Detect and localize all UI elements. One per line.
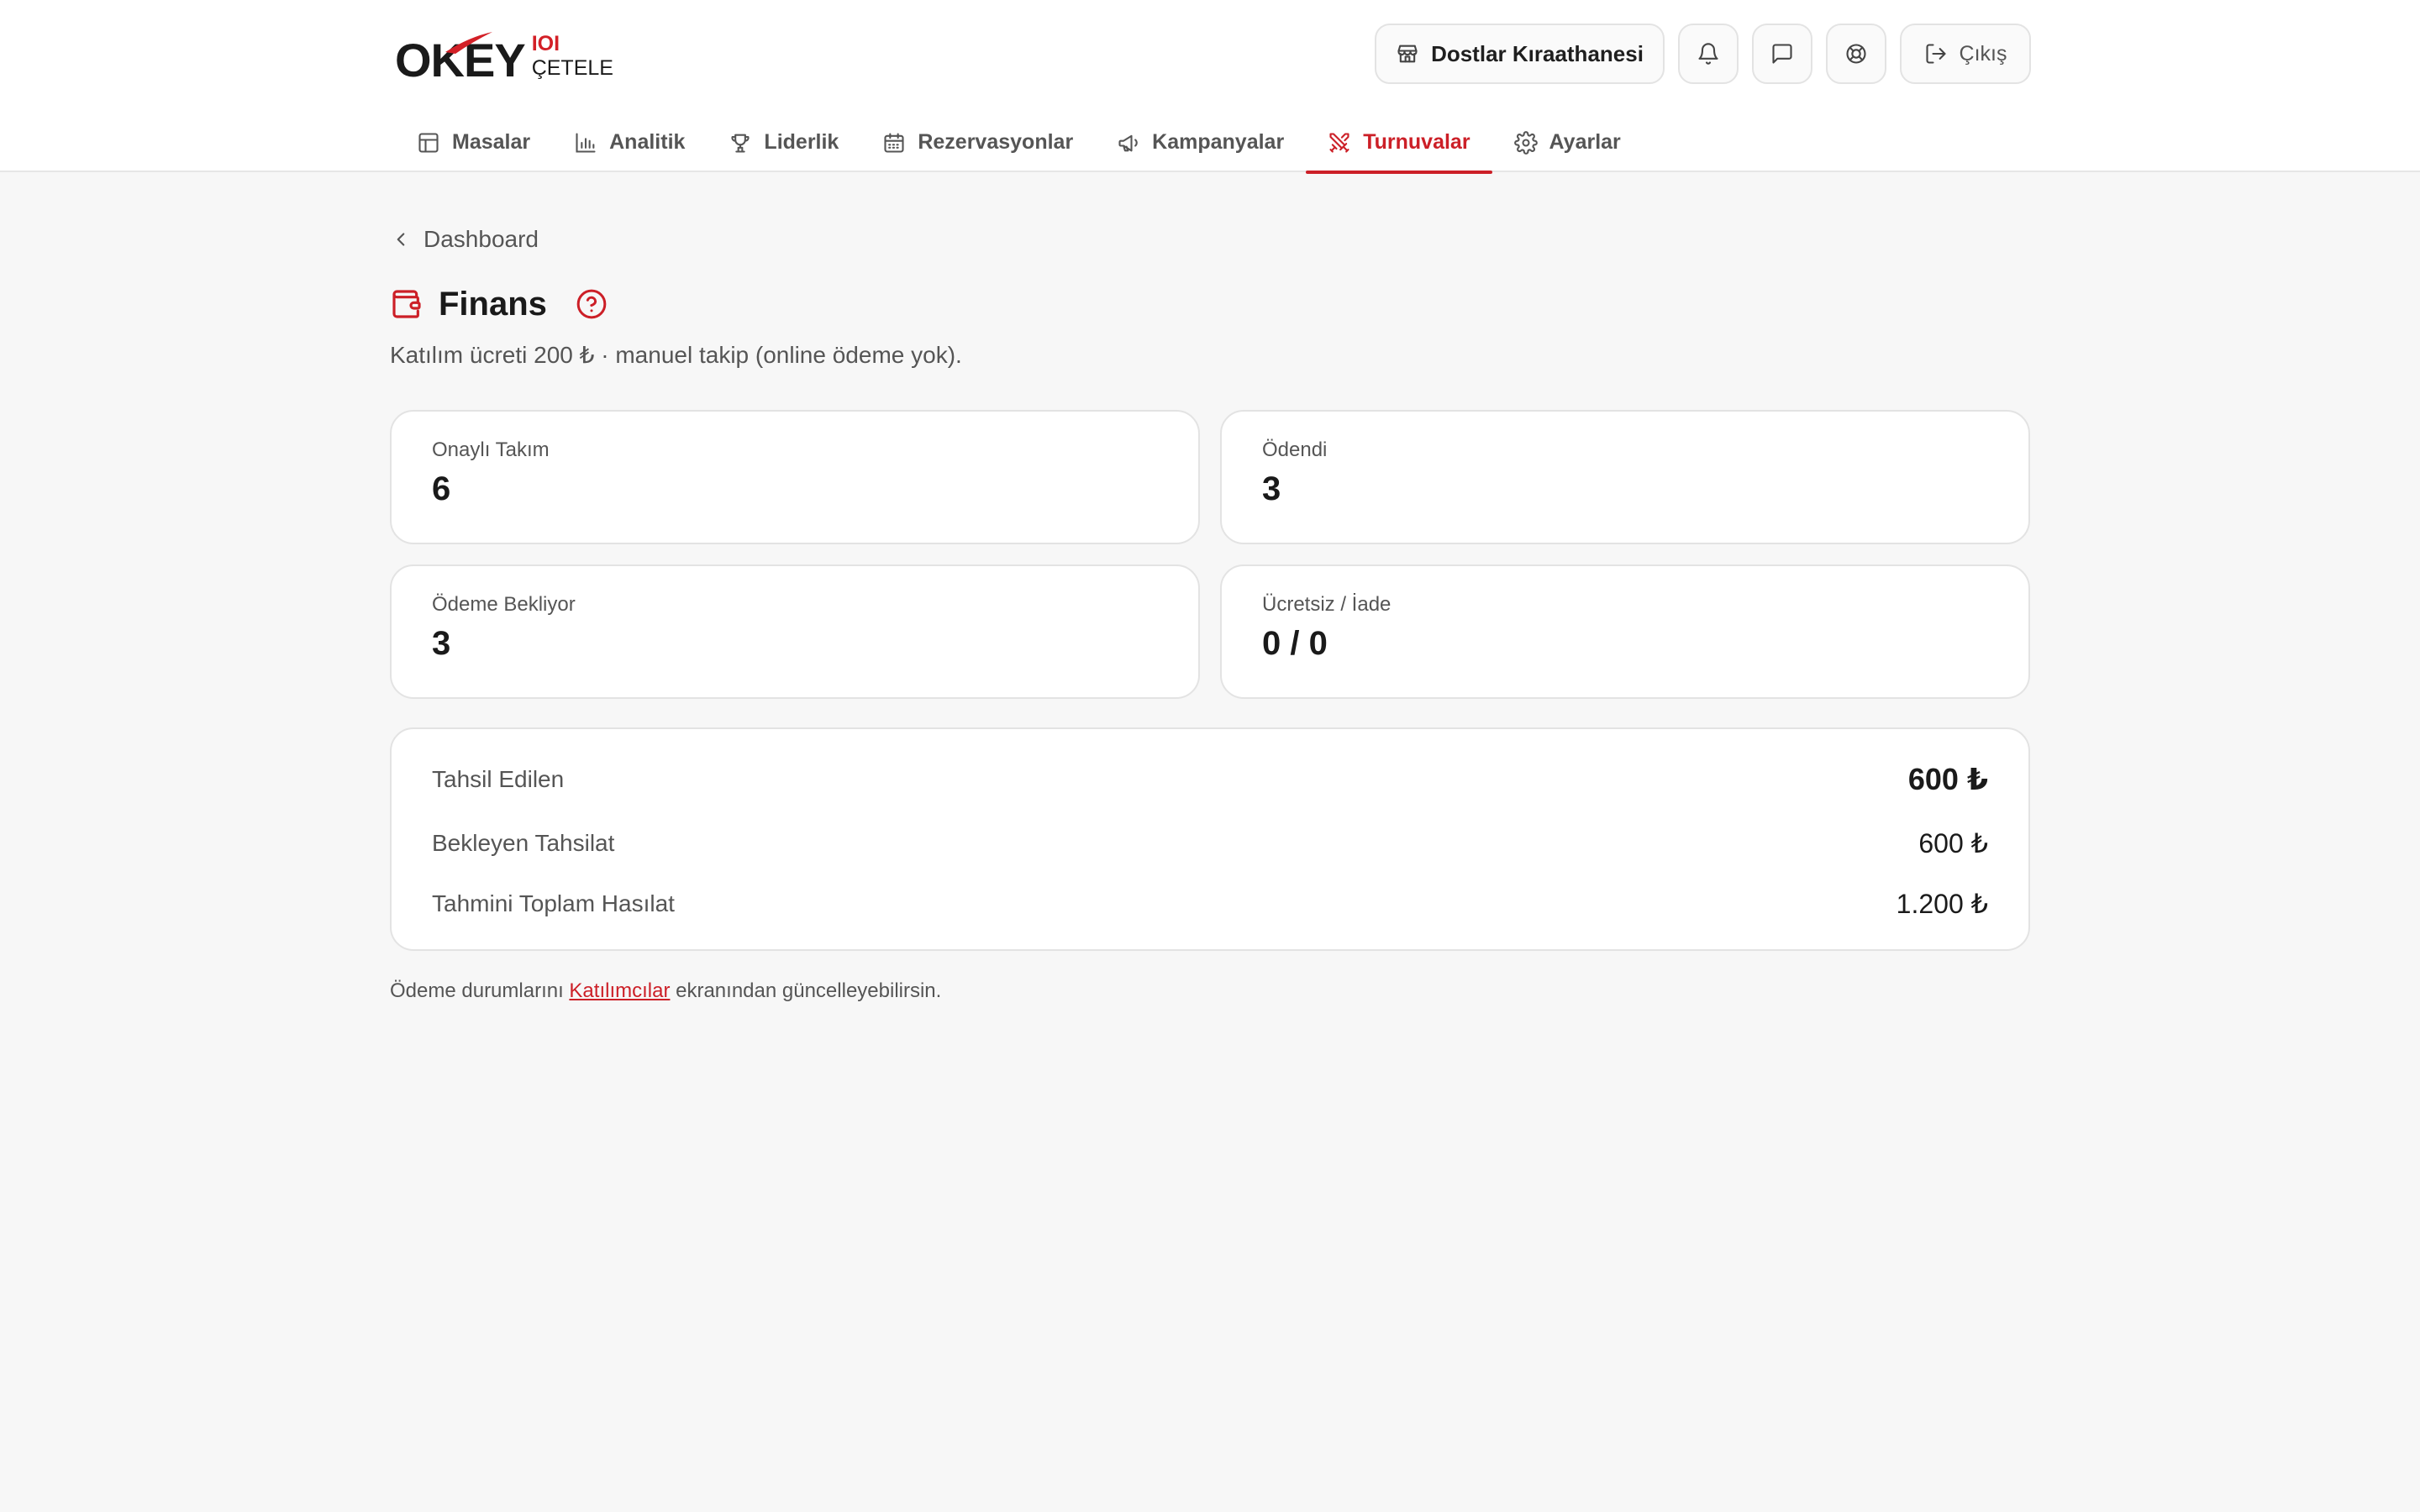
page-header: Finans [390,279,2030,329]
tab-liderlik[interactable]: Liderlik [707,118,860,172]
stat-value: 0 / 0 [1262,625,1328,662]
tab-ayarlar[interactable]: Ayarlar [1492,118,1643,172]
support-button[interactable] [1826,24,1886,84]
app-logo[interactable]: OKEY IOI ÇETELE [395,25,622,84]
chat-icon [1772,44,1792,64]
bar-chart-icon [576,132,596,153]
page-title: Finans [439,285,547,323]
logo-subtitle: IOI ÇETELE [531,32,613,80]
table-icon [418,132,439,153]
logout-button[interactable]: Çıkış [1900,24,2031,84]
trophy-icon [731,134,750,153]
stat-label: Onaylı Takım [432,438,550,461]
main-content: Dashboard Finans Katılım ücreti 200 ₺ · … [390,218,2030,1003]
revenue-summary-card: Tahsil Edilen 600 ₺ Bekleyen Tahsilat 60… [390,727,2030,951]
logout-label: Çıkış [1959,41,2007,66]
notifications-button[interactable] [1678,24,1739,84]
back-to-dashboard-link[interactable]: Dashboard [390,218,2030,260]
summary-label: Tahmini Toplam Hasılat [432,890,675,916]
stats-grid: Onaylı Takım 6 Ödendi 3 Ödeme Bekliyor 3… [390,410,2030,699]
participants-link[interactable]: Katılımcılar [569,979,670,1002]
logo-swoosh-icon [445,32,492,54]
tab-turnuvalar[interactable]: Turnuvalar [1306,118,1492,174]
logout-icon [1925,44,1946,64]
tab-masalar[interactable]: Masalar [395,118,552,172]
tab-rezervasyonlar[interactable]: Rezervasyonlar [860,118,1095,172]
stat-card-awaiting-payment: Ödeme Bekliyor 3 [390,564,1200,699]
messages-button[interactable] [1752,24,1812,84]
help-icon[interactable] [576,288,608,320]
tab-kampanyalar[interactable]: Kampanyalar [1095,118,1306,172]
summary-row-collected: Tahsil Edilen 600 ₺ [432,758,1988,801]
stat-value: 3 [432,625,451,662]
summary-value: 1.200 ₺ [1896,889,1988,919]
summary-label: Bekleyen Tahsilat [432,830,615,856]
summary-value: 600 ₺ [1907,762,1988,796]
life-buoy-icon [1846,44,1866,64]
swords-icon [1329,132,1349,153]
venue-selector-button[interactable]: Dostlar Kıraathanesi [1375,24,1665,84]
main-nav: Masalar Analitik Liderlik Rezervasyonlar… [395,118,1643,174]
stat-value: 3 [1262,470,1281,507]
store-icon [1397,45,1418,63]
footnote: Ödeme durumlarını Katılımcılar ekranında… [390,979,942,1002]
summary-row-pending: Bekleyen Tahsilat 600 ₺ [432,822,1988,865]
top-actions: Dostlar Kıraathanesi Çıkış [1375,24,2031,84]
summary-value: 600 ₺ [1918,828,1988,858]
gear-icon [1513,130,1538,155]
top-bar: OKEY IOI ÇETELE Dostlar Kıraathanesi Çık… [0,0,2420,174]
megaphone-icon [1118,134,1138,151]
chevron-left-icon [397,233,405,246]
summary-label: Tahsil Edilen [432,766,565,792]
venue-name: Dostlar Kıraathanesi [1431,40,1644,66]
summary-row-total: Tahmini Toplam Hasılat 1.200 ₺ [432,882,1988,926]
stat-label: Ödendi [1262,438,1328,461]
back-label: Dashboard [424,226,539,252]
stat-value: 6 [432,470,451,507]
wallet-icon [392,290,421,318]
stat-card-free-refund: Ücretsiz / İade 0 / 0 [1220,564,2030,699]
tab-analitik[interactable]: Analitik [552,118,707,172]
stat-card-approved-teams: Onaylı Takım 6 [390,410,1200,544]
calendar-icon [884,132,904,153]
stat-card-paid: Ödendi 3 [1220,410,2030,544]
stat-label: Ücretsiz / İade [1262,593,1392,616]
stat-label: Ödeme Bekliyor [432,593,576,616]
page-subtitle: Katılım ücreti 200 ₺ · manuel takip (onl… [390,342,962,368]
bell-icon [1698,43,1718,65]
logo-wordmark: OKEY [395,32,526,84]
